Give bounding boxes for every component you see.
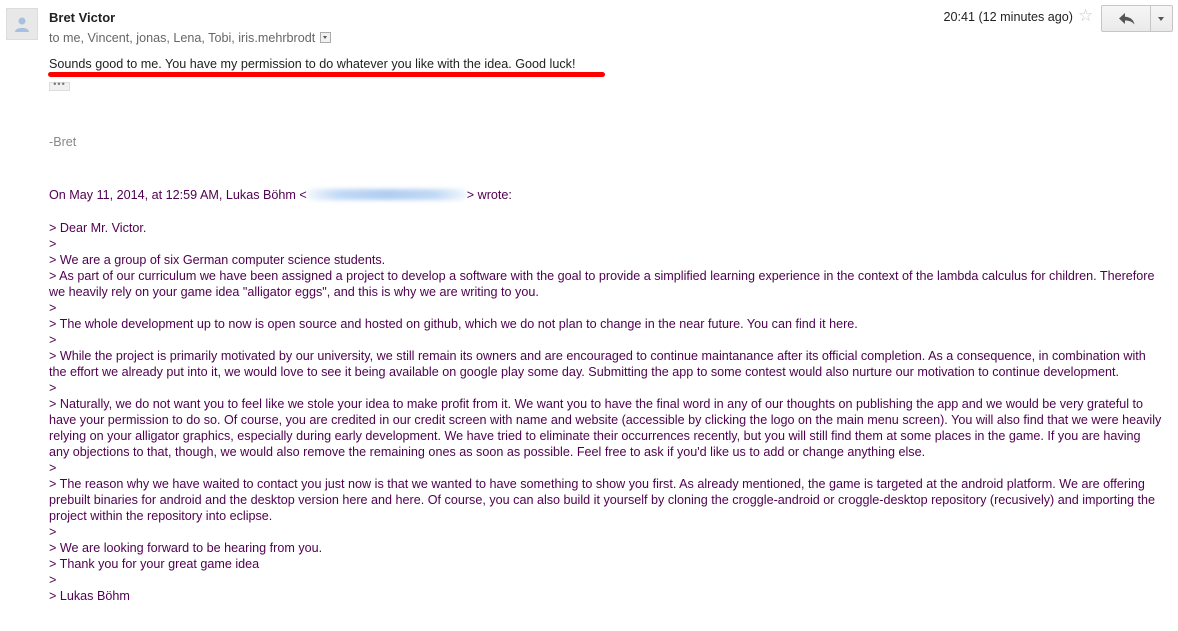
quote-header-prefix: On May 11, 2014, at 12:59 AM, Lukas Böhm… xyxy=(49,188,307,202)
reply-button[interactable] xyxy=(1101,5,1151,32)
redacted-email xyxy=(306,189,467,200)
details-toggle-icon[interactable] xyxy=(320,32,332,43)
message-body: Sounds good to me. You have my permissio… xyxy=(49,57,576,71)
signature: -Bret xyxy=(49,135,77,149)
recipients-text: to me, Vincent, jonas, Lena, Tobi, iris.… xyxy=(49,31,316,45)
show-trimmed-content-button[interactable]: ••• xyxy=(49,80,70,91)
quote-header-suffix: > wrote: xyxy=(466,188,512,202)
quoted-line: > We are a group of six German computer … xyxy=(49,253,386,267)
quote-header: On May 11, 2014, at 12:59 AM, Lukas Böhm… xyxy=(49,188,512,202)
quoted-line: > Thank you for your great game idea xyxy=(49,557,260,571)
reply-button-group xyxy=(1101,5,1173,32)
more-options-button[interactable] xyxy=(1151,5,1173,32)
reply-arrow-icon xyxy=(1119,13,1135,25)
quoted-line: > Lukas Böhm xyxy=(49,589,130,603)
quoted-line: > While the project is primarily motivat… xyxy=(49,349,1146,379)
avatar[interactable] xyxy=(6,8,38,40)
quoted-line: > The whole development up to now is ope… xyxy=(49,317,858,331)
quoted-line: > The reason why we have waited to conta… xyxy=(49,477,1156,523)
quoted-line: > xyxy=(49,381,57,395)
recipients-line: to me, Vincent, jonas, Lena, Tobi, iris.… xyxy=(49,31,332,45)
person-silhouette-icon xyxy=(15,17,29,32)
quoted-line: > xyxy=(49,237,57,251)
quoted-line: > We are looking forward to be hearing f… xyxy=(49,541,323,555)
quoted-line: > xyxy=(49,333,57,347)
quoted-line: > xyxy=(49,461,57,475)
timestamp: 20:41 (12 minutes ago) xyxy=(943,10,1073,24)
quoted-line: > xyxy=(49,525,57,539)
quoted-line: > xyxy=(49,301,57,315)
quoted-line: > Dear Mr. Victor. xyxy=(49,221,147,235)
quoted-line: > As part of our curriculum we have been… xyxy=(49,269,1155,299)
quoted-line: > Naturally, we do not want you to feel … xyxy=(49,397,1162,459)
quoted-line: > xyxy=(49,573,57,587)
star-outline-icon[interactable]: ☆ xyxy=(1078,6,1093,26)
red-underline-annotation xyxy=(48,72,605,77)
sender-name[interactable]: Bret Victor xyxy=(49,10,115,25)
quoted-message: > Dear Mr. Victor. > > We are a group of… xyxy=(49,220,1164,604)
